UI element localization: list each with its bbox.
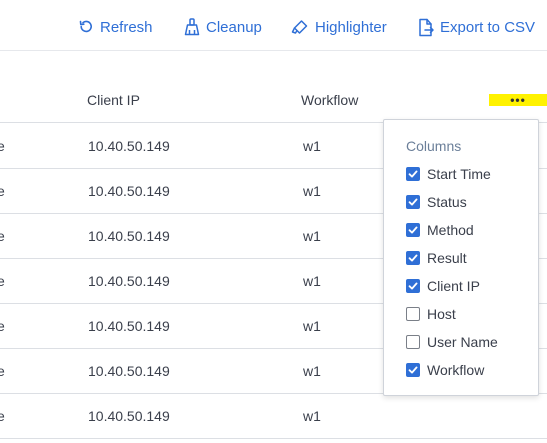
table-cell-workflow: w1 — [303, 183, 321, 199]
table-cell-client-ip: 10.40.50.149 — [88, 183, 170, 199]
columns-panel-title: Columns — [406, 138, 462, 154]
table-cell-partial: e — [0, 273, 5, 289]
checkbox[interactable] — [406, 307, 420, 321]
column-option-label: Start Time — [427, 166, 491, 182]
highlighter-icon — [291, 19, 309, 35]
column-header-workflow[interactable]: Workflow — [301, 92, 358, 108]
table-cell-client-ip: 10.40.50.149 — [88, 273, 170, 289]
checkmark-icon — [408, 254, 418, 262]
cleanup-label: Cleanup — [206, 18, 262, 36]
column-option-status[interactable]: Status — [406, 192, 467, 212]
column-option-label: Result — [427, 250, 467, 266]
checkmark-icon — [408, 170, 418, 178]
highlighter-label: Highlighter — [315, 18, 387, 36]
table-cell-client-ip: 10.40.50.149 — [88, 228, 170, 244]
table-cell-client-ip: 10.40.50.149 — [88, 138, 170, 154]
more-options-icon: ••• — [510, 93, 526, 107]
column-option-user-name[interactable]: User Name — [406, 332, 498, 352]
column-option-method[interactable]: Method — [406, 220, 474, 240]
column-option-label: Method — [427, 222, 474, 238]
table-cell-workflow: w1 — [303, 228, 321, 244]
table-cell-partial: e — [0, 318, 5, 334]
table-row: e 10.40.50.149 w1 — [0, 393, 547, 439]
table-cell-client-ip: 10.40.50.149 — [88, 318, 170, 334]
column-option-label: User Name — [427, 334, 498, 350]
checkbox[interactable] — [406, 223, 420, 237]
checkmark-icon — [408, 198, 418, 206]
table-cell-client-ip: 10.40.50.149 — [88, 408, 170, 424]
checkbox[interactable] — [406, 279, 420, 293]
column-header-client-ip[interactable]: Client IP — [87, 92, 140, 108]
table-cell-partial: e — [0, 228, 5, 244]
highlighter-button[interactable]: Highlighter — [291, 16, 387, 38]
refresh-icon — [78, 19, 94, 35]
column-option-label: Host — [427, 306, 456, 322]
table-cell-workflow: w1 — [303, 318, 321, 334]
column-option-client-ip[interactable]: Client IP — [406, 276, 480, 296]
table-cell-workflow: w1 — [303, 363, 321, 379]
toolbar: Refresh Cleanup Highlighter Export to CS… — [0, 0, 547, 51]
table-cell-client-ip: 10.40.50.149 — [88, 363, 170, 379]
table-cell-partial: e — [0, 183, 5, 199]
table-cell-partial: e — [0, 408, 5, 424]
column-option-start-time[interactable]: Start Time — [406, 164, 491, 184]
table-cell-partial: e — [0, 363, 5, 379]
columns-panel: Columns Start Time Status Method Result … — [383, 119, 539, 396]
broom-icon — [184, 18, 200, 36]
table-cell-partial: e — [0, 138, 5, 154]
table-header: Client IP Workflow — [0, 78, 547, 123]
checkmark-icon — [408, 282, 418, 290]
column-option-workflow[interactable]: Workflow — [406, 360, 484, 380]
column-option-result[interactable]: Result — [406, 248, 467, 268]
refresh-button[interactable]: Refresh — [78, 16, 153, 38]
checkmark-icon — [408, 366, 418, 374]
export-file-icon — [418, 18, 434, 37]
table-cell-workflow: w1 — [303, 138, 321, 154]
column-option-host[interactable]: Host — [406, 304, 456, 324]
cleanup-button[interactable]: Cleanup — [184, 16, 262, 38]
checkbox[interactable] — [406, 363, 420, 377]
export-csv-label: Export to CSV — [440, 18, 536, 36]
checkbox[interactable] — [406, 335, 420, 349]
checkbox[interactable] — [406, 167, 420, 181]
checkmark-icon — [408, 226, 418, 234]
export-csv-button[interactable]: Export to CSV — [418, 16, 535, 38]
column-option-label: Client IP — [427, 278, 480, 294]
table-cell-workflow: w1 — [303, 408, 321, 424]
column-options-button[interactable]: ••• — [489, 94, 547, 106]
refresh-label: Refresh — [100, 18, 153, 36]
checkbox[interactable] — [406, 195, 420, 209]
checkbox[interactable] — [406, 251, 420, 265]
column-option-label: Workflow — [427, 362, 485, 378]
table-cell-workflow: w1 — [303, 273, 321, 289]
column-option-label: Status — [427, 194, 467, 210]
